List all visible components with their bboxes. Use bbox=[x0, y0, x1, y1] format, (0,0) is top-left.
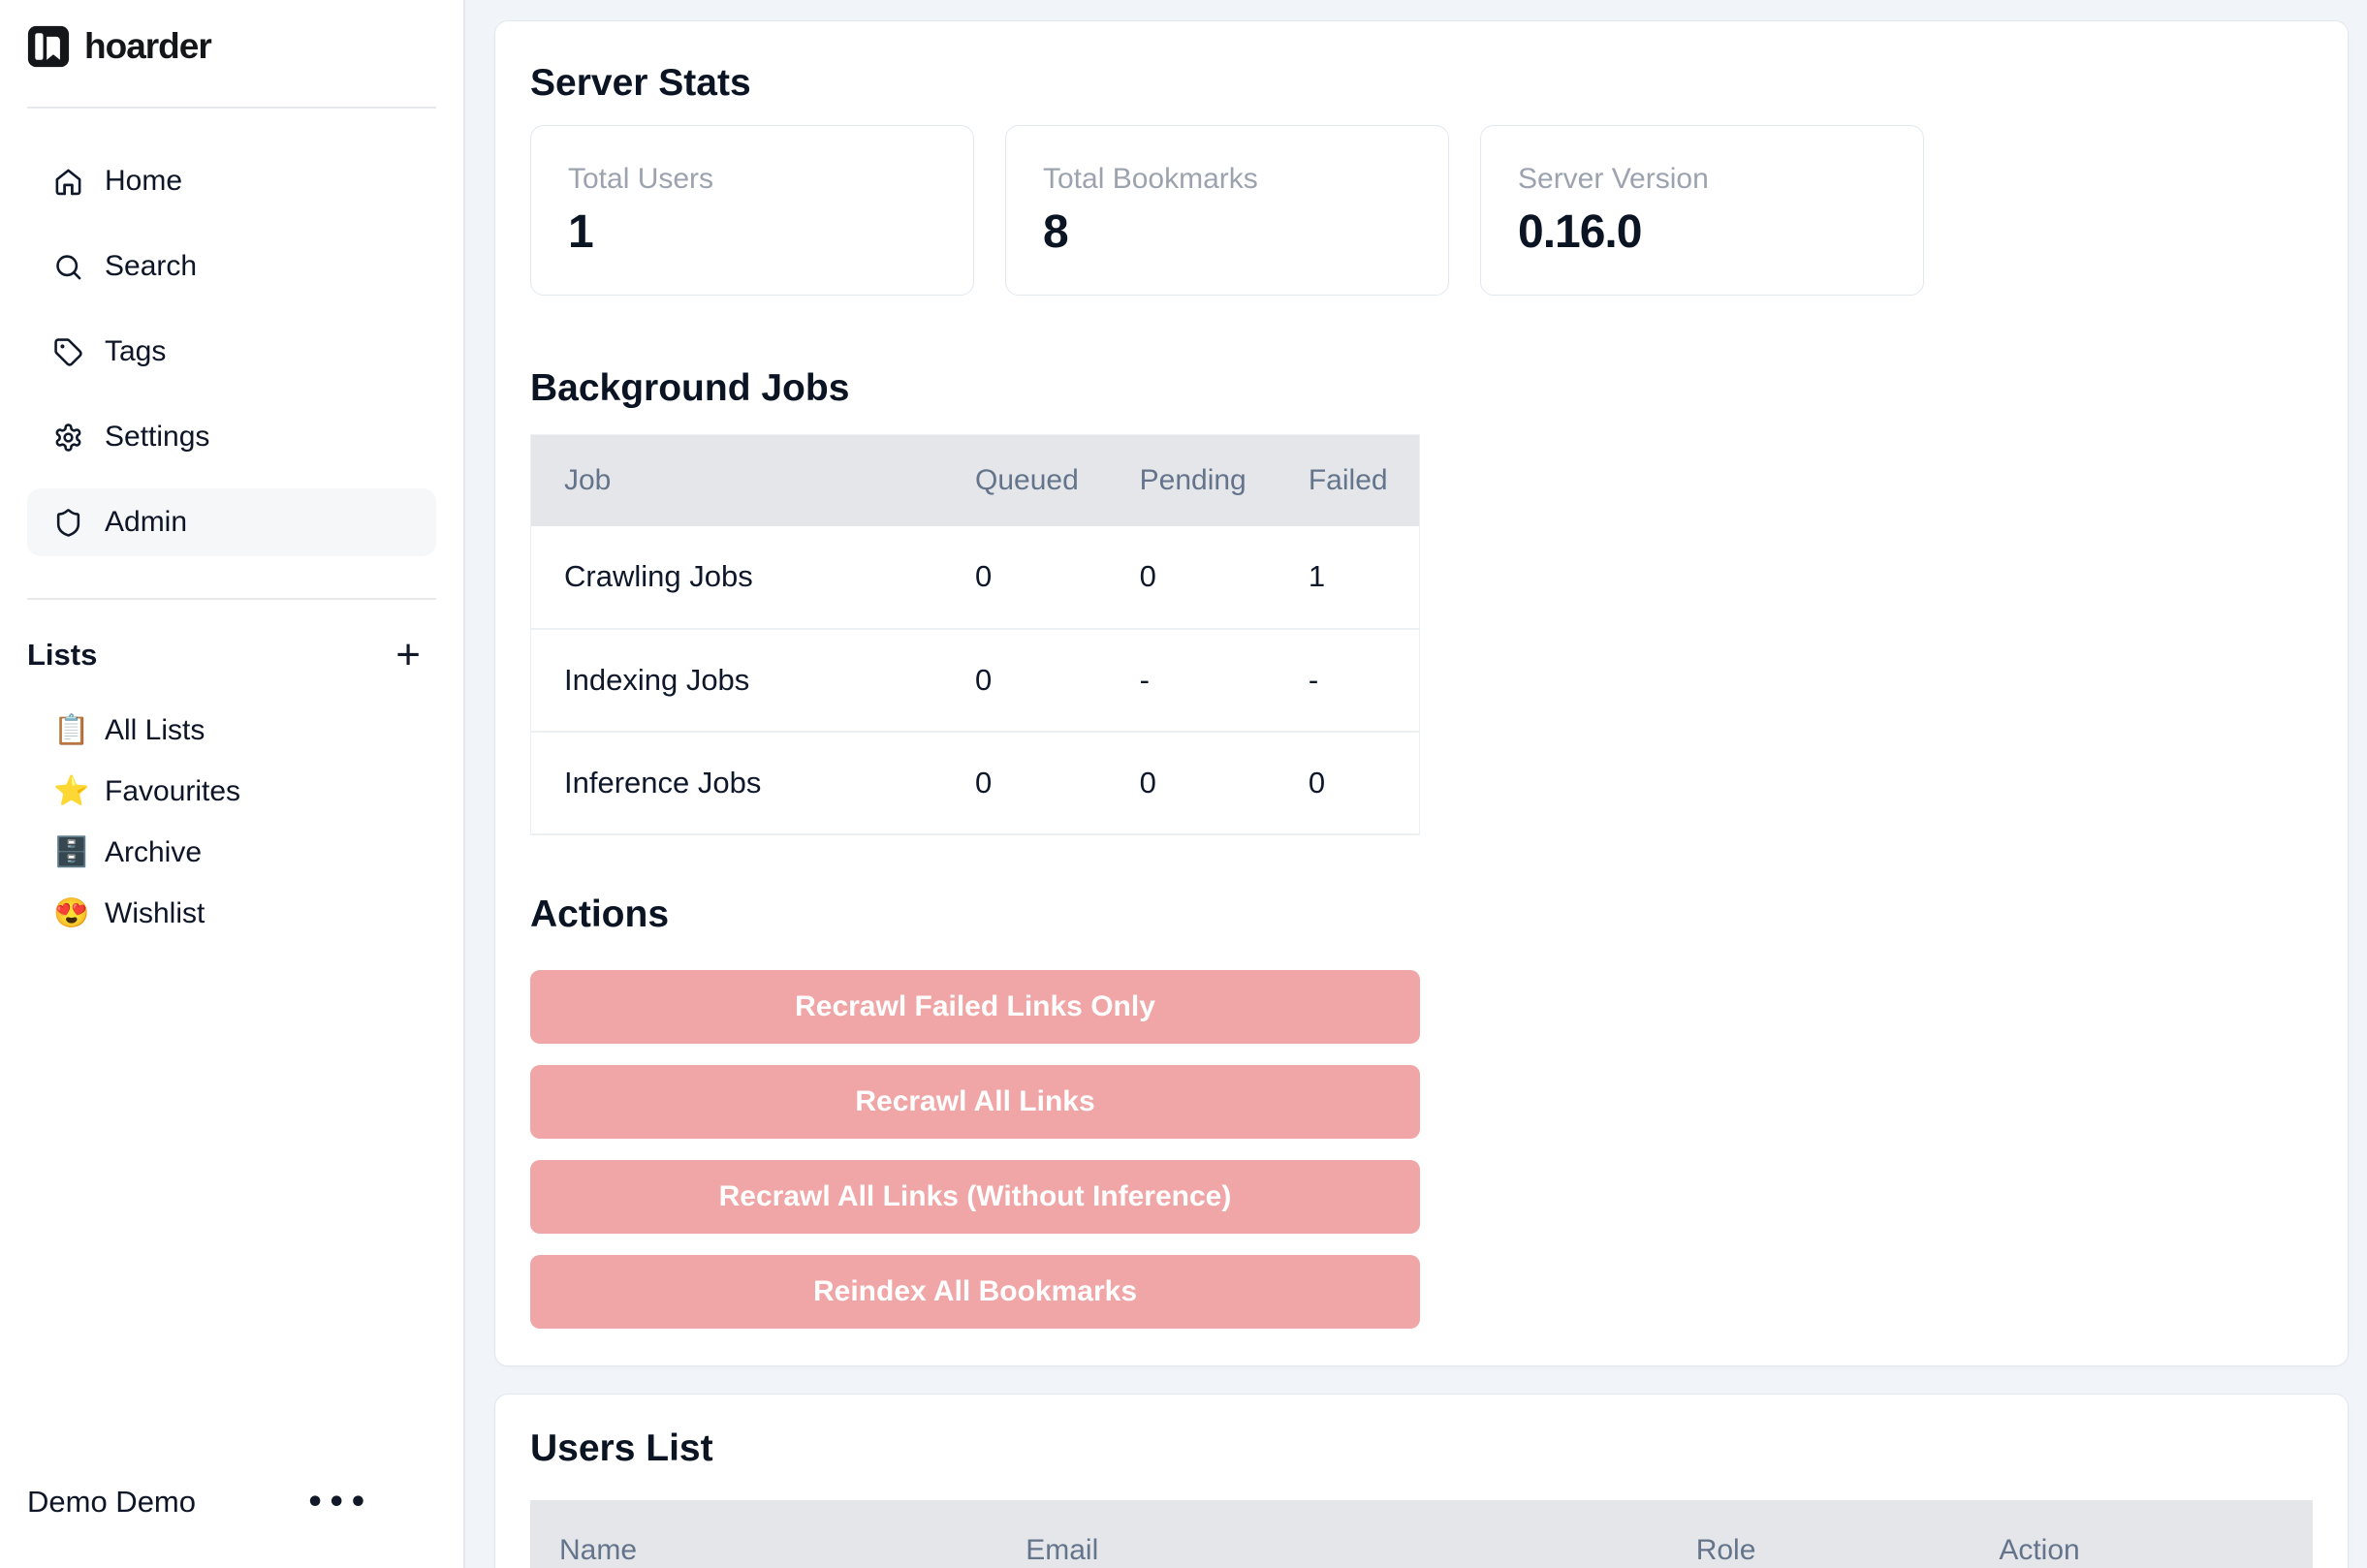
column-header-name: Name bbox=[530, 1500, 1026, 1568]
sidebar-item-label: Settings bbox=[105, 421, 209, 454]
sidebar-item-label: Home bbox=[105, 165, 182, 198]
list-item-wishlist[interactable]: 😍 Wishlist bbox=[27, 883, 436, 944]
sidebar-item-home[interactable]: Home bbox=[27, 147, 436, 215]
failed-cell: 0 bbox=[1309, 732, 1420, 834]
star-icon: ⭐ bbox=[53, 774, 84, 808]
failed-cell: - bbox=[1309, 629, 1420, 732]
stat-card-total-users: Total Users 1 bbox=[530, 125, 974, 296]
lists-header: Lists + bbox=[27, 633, 436, 677]
list-item-all-lists[interactable]: 📋 All Lists bbox=[27, 700, 436, 761]
main-content: Server Stats Total Users 1 Total Bookmar… bbox=[465, 0, 2367, 1568]
column-header-failed: Failed bbox=[1309, 435, 1420, 526]
file-cabinet-icon: 🗄️ bbox=[53, 835, 84, 869]
recrawl-all-links-button[interactable]: Recrawl All Links bbox=[530, 1065, 1420, 1139]
stat-value: 8 bbox=[1043, 205, 1411, 259]
heart-eyes-icon: 😍 bbox=[53, 896, 84, 930]
stat-label: Total Users bbox=[568, 163, 936, 196]
reindex-all-bookmarks-button[interactable]: Reindex All Bookmarks bbox=[530, 1255, 1420, 1329]
home-icon bbox=[53, 167, 83, 197]
column-header-queued: Queued bbox=[975, 435, 1140, 526]
queued-cell: 0 bbox=[975, 629, 1140, 732]
job-name-cell: Inference Jobs bbox=[531, 732, 976, 834]
admin-panel-card: Server Stats Total Users 1 Total Bookmar… bbox=[494, 20, 2349, 1366]
queued-cell: 0 bbox=[975, 732, 1140, 834]
gear-icon bbox=[53, 423, 83, 453]
list-item-label: Wishlist bbox=[105, 897, 205, 930]
hoarder-logo-icon bbox=[27, 25, 70, 68]
sidebar-nav: Home Search Tags Settings Admin bbox=[27, 147, 436, 556]
shield-icon bbox=[53, 508, 83, 538]
failed-cell: 1 bbox=[1309, 526, 1420, 629]
pending-cell: - bbox=[1140, 629, 1309, 732]
column-header-email: Email bbox=[1026, 1500, 1695, 1568]
table-row: Crawling Jobs 0 0 1 bbox=[531, 526, 1420, 629]
table-row: Indexing Jobs 0 - - bbox=[531, 629, 1420, 732]
sidebar-item-admin[interactable]: Admin bbox=[27, 488, 436, 556]
app-logo[interactable]: hoarder bbox=[27, 25, 436, 68]
pending-cell: 0 bbox=[1140, 732, 1309, 834]
app-title: hoarder bbox=[84, 26, 211, 67]
column-header-job: Job bbox=[531, 435, 976, 526]
server-stats-row: Total Users 1 Total Bookmarks 8 Server V… bbox=[530, 125, 2313, 296]
add-list-button[interactable]: + bbox=[395, 640, 421, 671]
list-item-label: Favourites bbox=[105, 775, 240, 808]
stat-card-total-bookmarks: Total Bookmarks 8 bbox=[1005, 125, 1449, 296]
sidebar-divider bbox=[27, 598, 436, 600]
list-item-label: Archive bbox=[105, 836, 202, 869]
column-header-role: Role bbox=[1696, 1500, 2000, 1568]
stat-card-server-version: Server Version 0.16.0 bbox=[1480, 125, 1924, 296]
search-icon bbox=[53, 252, 83, 282]
stat-value: 1 bbox=[568, 205, 936, 259]
actions-stack: Recrawl Failed Links Only Recrawl All Li… bbox=[530, 970, 1420, 1329]
queued-cell: 0 bbox=[975, 526, 1140, 629]
sidebar-item-label: Tags bbox=[105, 335, 166, 368]
table-header-row: Name Email Role Action bbox=[530, 1500, 2313, 1568]
actions-heading: Actions bbox=[530, 894, 2313, 935]
stat-value: 0.16.0 bbox=[1518, 205, 1886, 259]
sidebar-item-settings[interactable]: Settings bbox=[27, 403, 436, 471]
users-list-table: Name Email Role Action bbox=[530, 1500, 2313, 1568]
table-row: Inference Jobs 0 0 0 bbox=[531, 732, 1420, 834]
server-stats-heading: Server Stats bbox=[530, 62, 2313, 104]
background-jobs-table: Job Queued Pending Failed Crawling Jobs … bbox=[530, 434, 1420, 835]
sidebar-item-tags[interactable]: Tags bbox=[27, 318, 436, 386]
sidebar: hoarder Home Search Tags Settings bbox=[0, 0, 465, 1568]
users-list-heading: Users List bbox=[530, 1427, 2313, 1469]
user-name: Demo Demo bbox=[27, 1485, 196, 1520]
stat-label: Total Bookmarks bbox=[1043, 163, 1411, 196]
list-item-label: All Lists bbox=[105, 714, 205, 747]
tag-icon bbox=[53, 337, 83, 367]
recrawl-failed-links-button[interactable]: Recrawl Failed Links Only bbox=[530, 970, 1420, 1044]
users-list-card: Users List Name Email Role Action bbox=[494, 1394, 2349, 1568]
sidebar-divider bbox=[27, 107, 436, 109]
list-item-archive[interactable]: 🗄️ Archive bbox=[27, 822, 436, 883]
pending-cell: 0 bbox=[1140, 526, 1309, 629]
sidebar-item-label: Search bbox=[105, 250, 197, 283]
stat-label: Server Version bbox=[1518, 163, 1886, 196]
background-jobs-heading: Background Jobs bbox=[530, 367, 2313, 409]
user-account-row: Demo Demo ••• bbox=[27, 1481, 436, 1523]
clipboard-icon: 📋 bbox=[53, 713, 84, 747]
sidebar-item-search[interactable]: Search bbox=[27, 233, 436, 300]
table-header-row: Job Queued Pending Failed bbox=[531, 435, 1420, 526]
column-header-action: Action bbox=[1999, 1500, 2313, 1568]
list-item-favourites[interactable]: ⭐ Favourites bbox=[27, 761, 436, 822]
lists-title: Lists bbox=[27, 638, 97, 673]
recrawl-without-inference-button[interactable]: Recrawl All Links (Without Inference) bbox=[530, 1160, 1420, 1234]
lists-menu: 📋 All Lists ⭐ Favourites 🗄️ Archive 😍 Wi… bbox=[27, 700, 436, 944]
user-menu-button[interactable]: ••• bbox=[305, 1486, 370, 1520]
sidebar-item-label: Admin bbox=[105, 506, 187, 539]
job-name-cell: Indexing Jobs bbox=[531, 629, 976, 732]
job-name-cell: Crawling Jobs bbox=[531, 526, 976, 629]
column-header-pending: Pending bbox=[1140, 435, 1309, 526]
